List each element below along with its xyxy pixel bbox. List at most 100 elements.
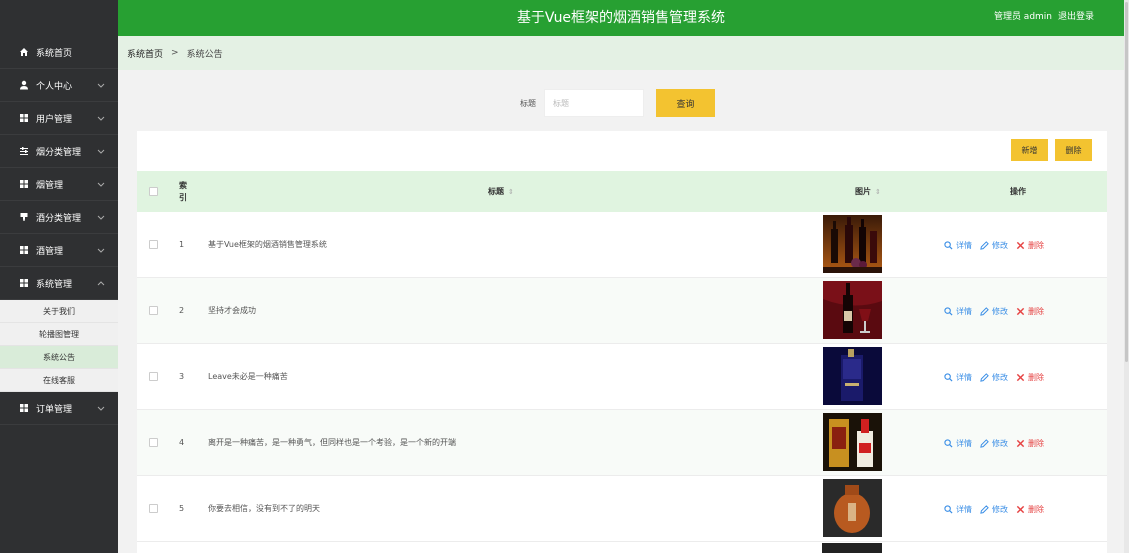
close-icon [1016,307,1025,315]
batch-delete-button[interactable]: 删除 [1055,139,1092,161]
home-icon [18,46,30,58]
close-icon [1016,505,1025,513]
sidebar-subitem-label: 关于我们 [43,306,75,316]
sidebar-item-label: 用户管理 [36,114,73,125]
detail-button[interactable]: 详情 [944,438,972,449]
pencil-icon [980,504,989,514]
sidebar-item-users[interactable]: 用户管理 [0,102,118,135]
row-title: Leave未必是一种痛苦 [208,372,288,381]
sidebar: 系统首页 个人中心 用户管理 烟分类管理 烟管理 酒分类管理 酒管理 系统管理 … [0,0,118,553]
sidebar-item-label: 酒管理 [36,246,64,257]
sort-icon: ⇕ [508,187,514,196]
detail-button[interactable]: 详情 [944,306,972,317]
breadcrumb: 系统首页 > 系统公告 [118,36,1124,70]
close-icon [1016,373,1025,381]
delete-button[interactable]: 删除 [1016,438,1044,449]
sidebar-item-system[interactable]: 系统管理 [0,267,118,300]
edit-label: 修改 [992,504,1008,514]
search-label: 标题 [520,98,536,108]
column-header-actions: 操作 [1010,187,1026,196]
edit-label: 修改 [992,240,1008,250]
grid-icon [18,244,30,256]
sidebar-subitem-support[interactable]: 在线客服 [0,369,118,392]
pencil-icon [980,438,989,448]
delete-button[interactable]: 删除 [1016,372,1044,383]
edit-button[interactable]: 修改 [980,504,1008,515]
edit-button[interactable]: 修改 [980,372,1008,383]
add-button[interactable]: 新增 [1011,139,1048,161]
sort-icon: ⇕ [875,187,881,196]
row-index: 3 [179,372,185,381]
wine-bottles-image [823,215,882,273]
search-icon [944,240,953,250]
row-checkbox[interactable] [149,240,158,249]
search-icon [944,372,953,382]
column-header-index: 索 引 [179,180,187,202]
edit-button[interactable]: 修改 [980,240,1008,251]
column-header-title[interactable]: 标题 ⇕ [488,171,514,212]
sidebar-item-wine-category[interactable]: 酒分类管理 [0,201,118,234]
detail-label: 详情 [956,372,972,382]
delete-label: 删除 [1028,306,1044,316]
sidebar-item-label: 酒分类管理 [36,213,82,224]
delete-button[interactable]: 删除 [1016,240,1044,251]
sidebar-submenu: 关于我们 轮播图管理 系统公告 在线客服 [0,300,118,392]
sidebar-item-tobacco-category[interactable]: 烟分类管理 [0,135,118,168]
sidebar-item-profile[interactable]: 个人中心 [0,69,118,102]
delete-label: 删除 [1028,438,1044,448]
edit-button[interactable]: 修改 [980,306,1008,317]
delete-label: 删除 [1028,504,1044,514]
close-icon [1016,241,1025,249]
detail-button[interactable]: 详情 [944,504,972,515]
sidebar-subitem-label: 系统公告 [43,352,75,362]
row-checkbox[interactable] [149,306,158,315]
sidebar-subitem-about[interactable]: 关于我们 [0,300,118,323]
row-checkbox[interactable] [149,504,158,513]
search-button[interactable]: 查询 [656,89,715,117]
sidebar-item-home[interactable]: 系统首页 [0,36,118,69]
row-index: 4 [179,438,185,447]
grid-icon [18,402,30,414]
sidebar-item-label: 系统管理 [36,279,73,290]
sidebar-subitem-carousel[interactable]: 轮播图管理 [0,323,118,346]
sidebar-item-wine[interactable]: 酒管理 [0,234,118,267]
delete-button[interactable]: 删除 [1016,504,1044,515]
detail-label: 详情 [956,504,972,514]
breadcrumb-home[interactable]: 系统首页 [127,47,163,60]
row-index: 1 [179,240,185,249]
chevron-down-icon [96,245,106,255]
pencil-icon [980,306,989,316]
chevron-down-icon [96,403,106,413]
ceramic-jar-image [823,479,882,537]
row-actions: 详情 修改 删除 [944,212,1044,278]
column-header-image[interactable]: 图片 ⇕ [855,171,881,212]
row-actions: 详情 修改 删除 [944,278,1044,344]
row-title: 你要去相信，没有到不了的明天 [208,504,320,513]
scrollbar-thumb[interactable] [1125,2,1128,362]
chevron-down-icon [96,113,106,123]
edit-label: 修改 [992,306,1008,316]
search-input[interactable] [544,89,644,117]
table-row: 5 你要去相信，没有到不了的明天 详情 修改 删除 [137,476,1107,542]
delete-button[interactable]: 删除 [1016,306,1044,317]
select-all-checkbox[interactable] [149,187,158,196]
detail-button[interactable]: 详情 [944,372,972,383]
row-checkbox[interactable] [149,438,158,447]
cup-icon [18,211,30,223]
grid-icon [18,178,30,190]
detail-button[interactable]: 详情 [944,240,972,251]
row-checkbox[interactable] [149,372,158,381]
sidebar-subitem-label: 轮播图管理 [39,329,79,339]
red-wine-image [823,281,882,339]
edit-button[interactable]: 修改 [980,438,1008,449]
sidebar-subitem-announcements[interactable]: 系统公告 [0,346,118,369]
app-title: 基于Vue框架的烟酒销售管理系统 [516,10,726,26]
column-header-label: 标题 [488,187,504,196]
logout-link[interactable]: 退出登录 [1058,0,1094,34]
grid-icon [18,112,30,124]
sidebar-item-orders[interactable]: 订单管理 [0,392,118,425]
sidebar-top [0,0,118,36]
sidebar-item-tobacco[interactable]: 烟管理 [0,168,118,201]
current-user: 管理员 admin [993,12,1052,22]
search-icon [944,438,953,448]
